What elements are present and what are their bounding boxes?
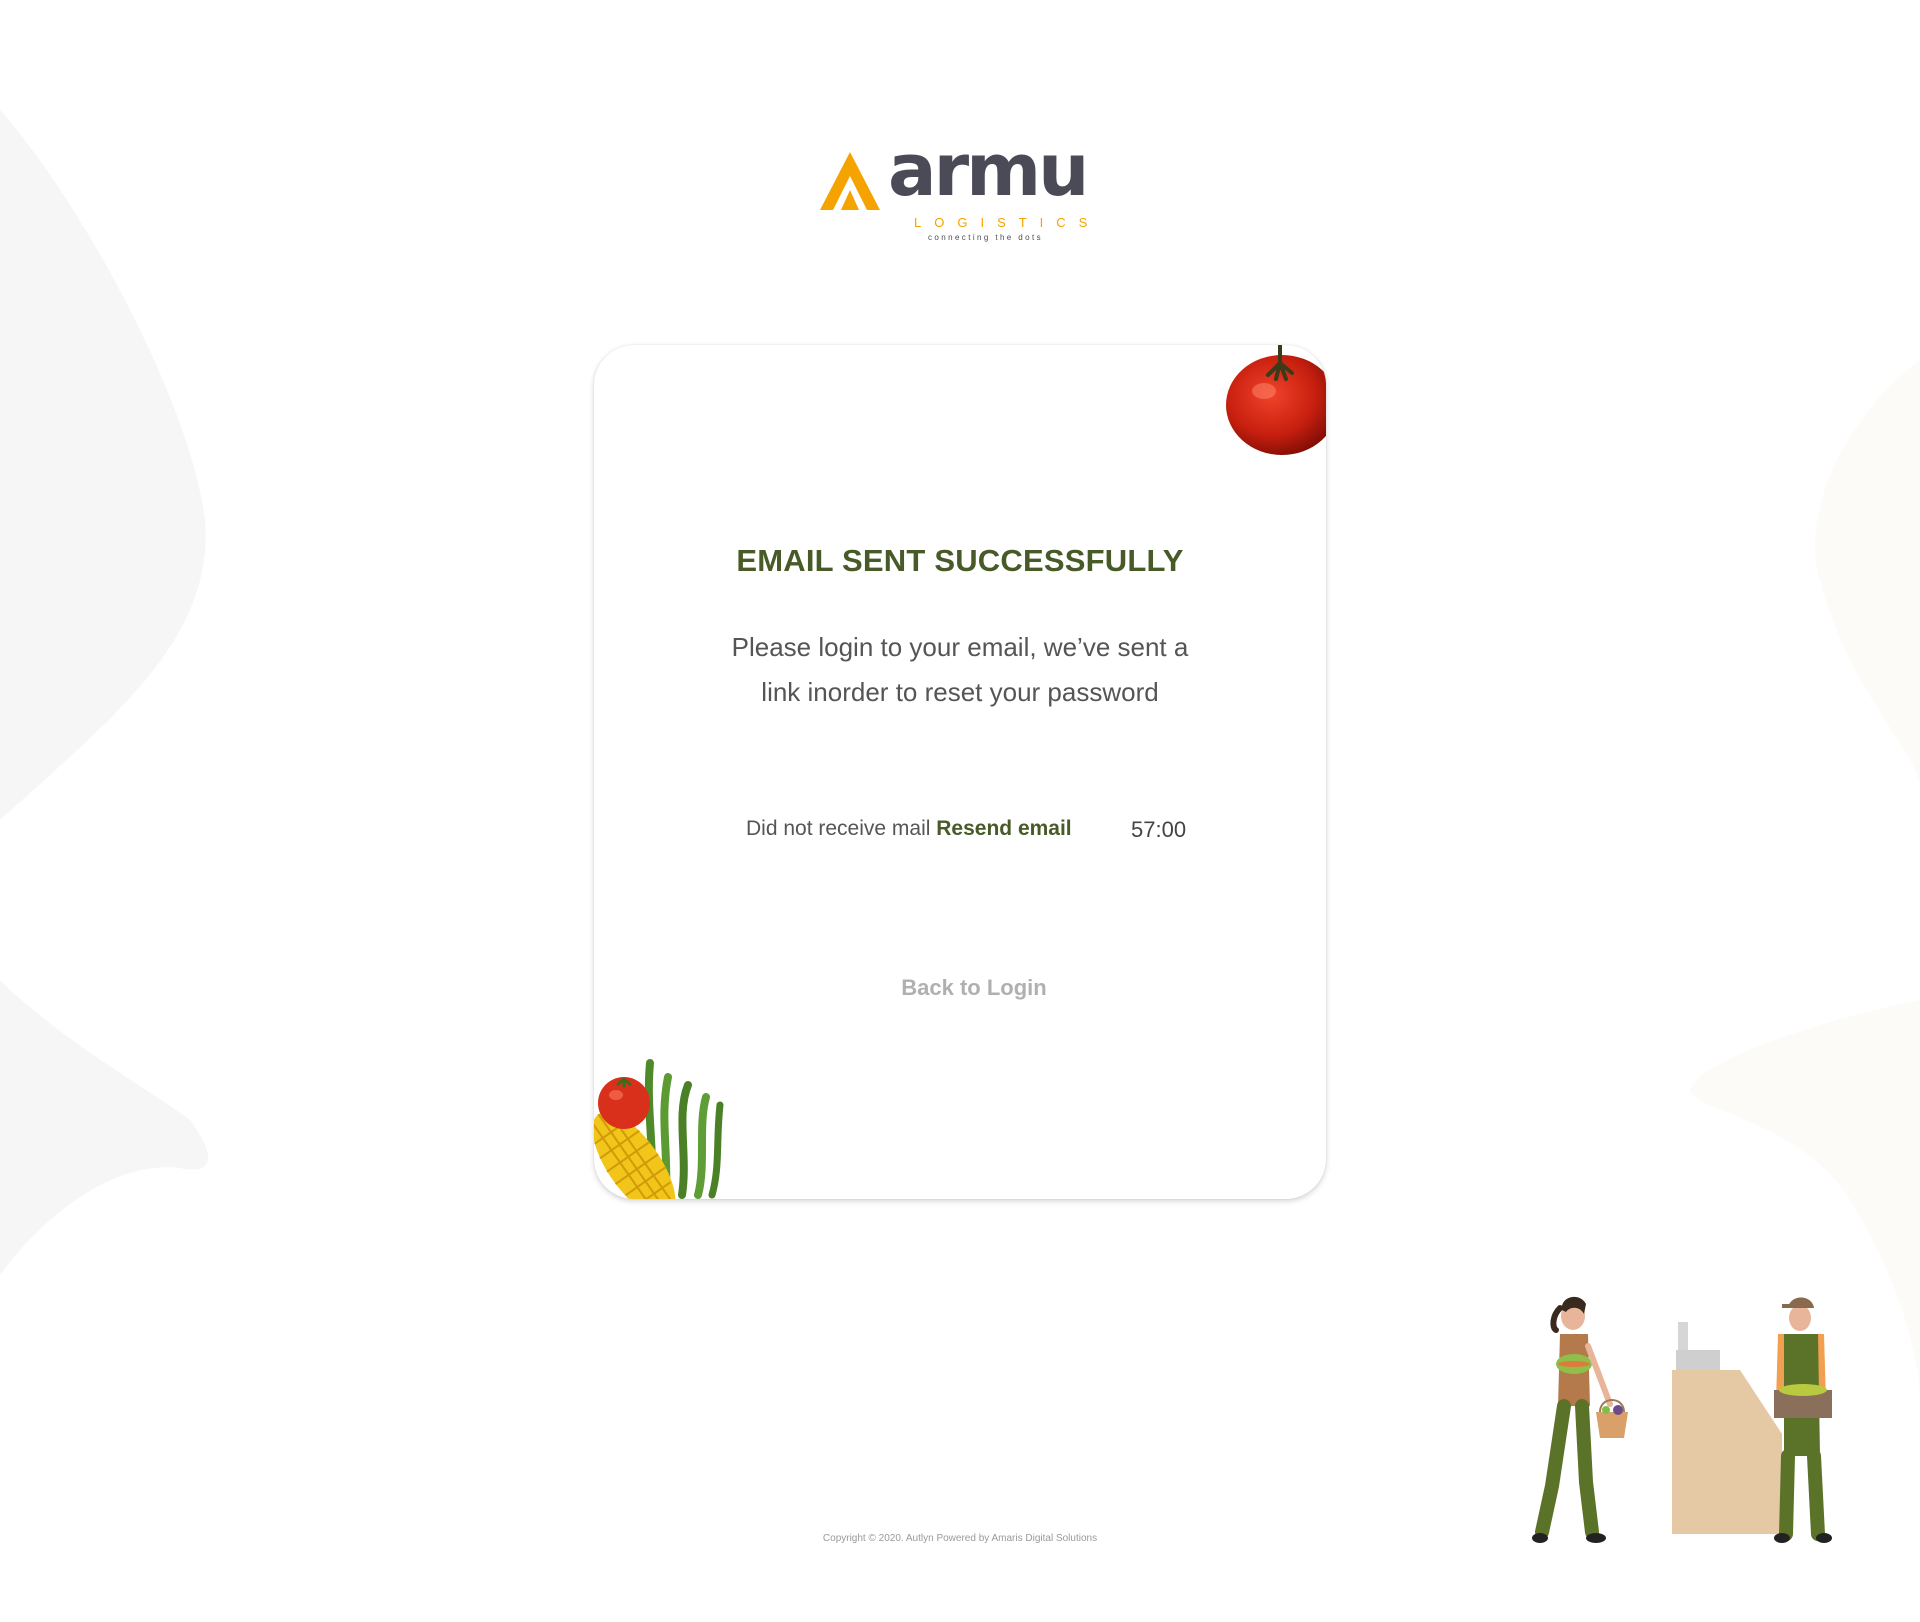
email-sent-card: EMAIL SENT SUCCESSFULLY Please login to … — [594, 345, 1326, 1199]
page: armu LOGISTICS connecting the dots EMAIL… — [0, 0, 1920, 1622]
logo-subtitle: LOGISTICS — [914, 215, 1101, 230]
resend-email-link[interactable]: Resend email — [936, 817, 1071, 840]
resend-timer: 57:00 — [1131, 817, 1187, 842]
logo-mark-icon — [820, 152, 880, 210]
resend-prompt: Did not receive mail — [746, 817, 931, 840]
back-to-login-link[interactable]: Back to Login — [594, 975, 1326, 1001]
tomato-icon — [1226, 345, 1326, 455]
logo-tagline: connecting the dots — [928, 233, 1043, 242]
page-title: EMAIL SENT SUCCESSFULLY — [736, 543, 1184, 578]
vegetables-icon — [594, 1059, 724, 1199]
reset-message: Please login to your email, we’ve sent a… — [731, 632, 1189, 707]
armu-logo: armu LOGISTICS connecting the dots — [818, 134, 1102, 248]
shopping-illustration — [1532, 1296, 1832, 1543]
logo-wordmark: armu — [888, 128, 1089, 212]
